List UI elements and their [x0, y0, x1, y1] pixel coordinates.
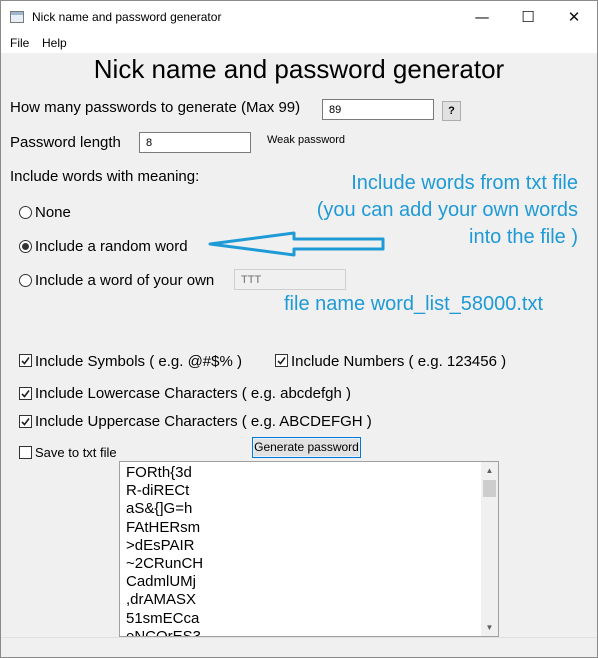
output-line: 51smECca [126, 609, 200, 627]
checkbox-lowercase-label[interactable]: Include Lowercase Characters ( e.g. abcd… [35, 385, 351, 402]
output-lines: FORth{3d R-diRECt aS&{]G=h FAtHERsm >dEsPAIR… [126, 464, 476, 637]
output-scrollbar[interactable]: ▲ ▼ [481, 462, 498, 636]
scrollbar-thumb[interactable] [483, 480, 496, 497]
output-line: ,drAMASX [126, 591, 197, 609]
output-line: CadmlUMj [126, 573, 197, 591]
radio-random-word-label[interactable]: Include a random word [35, 238, 188, 255]
checkbox-save-to-file[interactable] [19, 446, 32, 459]
radio-own-word-label[interactable]: Include a word of your own [35, 272, 214, 289]
checkbox-uppercase[interactable] [19, 415, 32, 428]
output-line: R-diRECt [126, 482, 190, 500]
file-name-note: file name word_list_58000.txt [284, 293, 544, 315]
annotation-line-2: (you can add your own words [316, 199, 578, 221]
title-bar[interactable]: Nick name and password generator — ☐ ✕ [1, 1, 597, 33]
checkbox-lowercase[interactable] [19, 387, 32, 400]
radio-none[interactable] [19, 206, 32, 219]
checkbox-numbers[interactable] [275, 354, 288, 367]
menu-bar: File Help [1, 33, 597, 53]
help-button[interactable]: ? [442, 101, 461, 121]
minimize-button[interactable]: — [459, 1, 505, 33]
password-output-list[interactable]: FORth{3d R-diRECt aS&{]G=h FAtHERsm >dEsPAIR… [119, 461, 499, 637]
password-length-label: Password length [10, 134, 121, 151]
password-strength-label: Weak password [267, 134, 346, 146]
radio-none-label[interactable]: None [35, 204, 71, 221]
generate-password-button[interactable]: Generate password [252, 437, 361, 458]
annotation-line-3: into the file ) [469, 226, 578, 248]
check-icon [21, 418, 30, 426]
checkbox-symbols-label[interactable]: Include Symbols ( e.g. @#$% ) [35, 353, 242, 370]
app-window: Nick name and password generator — ☐ ✕ F… [0, 0, 598, 658]
checkbox-save-to-file-label[interactable]: Save to txt file [35, 445, 117, 460]
checkbox-uppercase-label[interactable]: Include Uppercase Characters ( e.g. ABCD… [35, 413, 372, 430]
app-window-icon [10, 11, 24, 23]
status-bar [1, 637, 597, 657]
output-line: >dEsPAIR [126, 536, 195, 554]
checkbox-numbers-label[interactable]: Include Numbers ( e.g. 123456 ) [291, 353, 506, 370]
own-word-input[interactable] [234, 269, 346, 290]
maximize-button[interactable]: ☐ [505, 1, 551, 33]
password-length-input[interactable] [139, 132, 251, 153]
check-icon [21, 390, 30, 398]
up-arrow-icon[interactable]: ▲ [481, 462, 498, 479]
check-icon [21, 357, 30, 365]
menu-help[interactable]: Help [42, 36, 67, 50]
output-line: FAtHERsm [126, 518, 201, 536]
output-line: eNCOrES3 [126, 627, 202, 637]
output-line: aS&{]G=h [126, 500, 193, 518]
checkbox-symbols[interactable] [19, 354, 32, 367]
check-icon [277, 357, 286, 365]
annotation-line-1: Include words from txt file [351, 172, 578, 194]
output-line: ~2CRunCH [126, 555, 204, 573]
output-line: FORth{3d [126, 464, 192, 481]
window-title: Nick name and password generator [32, 10, 222, 24]
close-button[interactable]: ✕ [551, 1, 597, 33]
menu-file[interactable]: File [10, 36, 29, 50]
password-count-label: How many passwords to generate (Max 99) [10, 99, 301, 116]
radio-own-word[interactable] [19, 274, 32, 287]
annotation-arrow-icon [208, 231, 385, 257]
page-title: Nick name and password generator [93, 54, 505, 84]
words-section-label: Include words with meaning: [10, 168, 200, 185]
down-arrow-icon[interactable]: ▼ [481, 619, 498, 636]
radio-random-word[interactable] [19, 240, 32, 253]
password-count-input[interactable] [322, 99, 434, 120]
